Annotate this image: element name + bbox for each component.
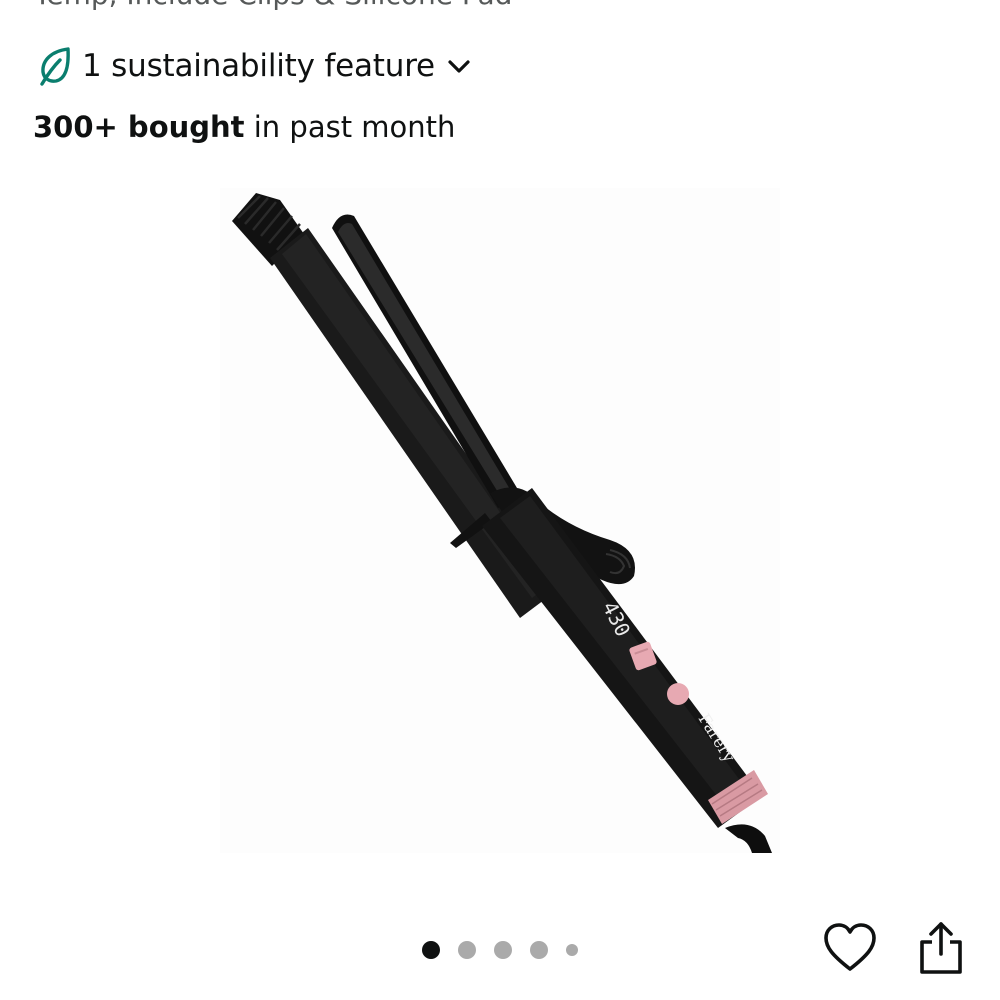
carousel-dot-4[interactable] <box>530 941 548 959</box>
sustainability-label: 1 sustainability feature <box>82 48 435 84</box>
purchase-count-number: 300+ bought <box>33 110 245 144</box>
leaf-icon <box>38 46 72 86</box>
purchase-count: 300+ bought in past month <box>33 110 455 144</box>
purchase-count-suffix: in past month <box>244 110 456 144</box>
product-image[interactable]: 430 Farery <box>220 188 780 853</box>
sustainability-features-toggle[interactable]: 1 sustainability feature <box>38 42 473 90</box>
carousel-dot-5[interactable] <box>566 944 578 956</box>
chevron-down-icon <box>445 52 473 80</box>
carousel-dot-1[interactable] <box>422 941 440 959</box>
carousel-dot-3[interactable] <box>494 941 512 959</box>
share-icon <box>920 922 962 974</box>
share-button[interactable] <box>914 918 968 978</box>
favorite-button[interactable] <box>822 921 878 977</box>
curling-iron-illustration: 430 Farery <box>232 193 772 853</box>
carousel-dot-2[interactable] <box>458 941 476 959</box>
heart-icon <box>824 923 876 971</box>
product-title-partial: Temp, Include Clips & Silicone Pad <box>34 0 512 12</box>
